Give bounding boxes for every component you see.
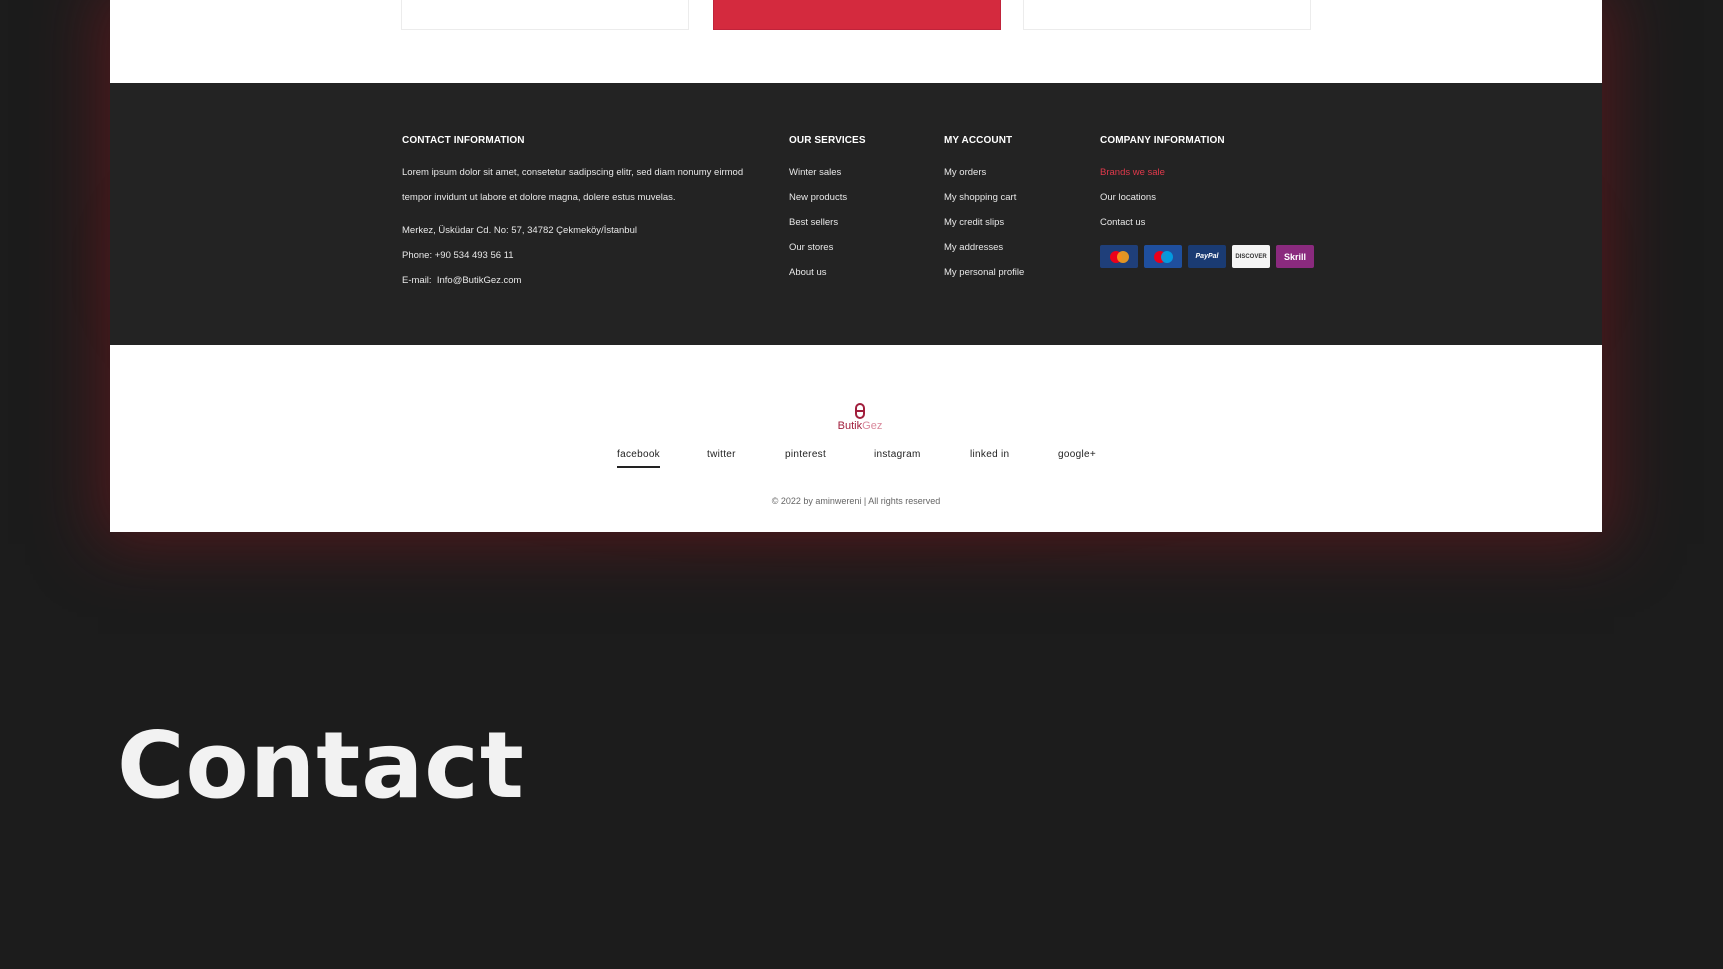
mastercard-icon	[1100, 245, 1138, 268]
social-link-instagram[interactable]: instagram	[874, 449, 921, 460]
email-link[interactable]: Info@ButikGez.com	[437, 275, 522, 286]
account-link-credit-slips[interactable]: My credit slips	[944, 210, 1024, 235]
company-link-contact[interactable]: Contact us	[1100, 210, 1314, 235]
payment-methods: PayPal DISCOVER Skrill	[1100, 245, 1314, 268]
contact-information-column: CONTACT INFORMATION Lorem ipsum dolor si…	[402, 135, 762, 293]
section-title: Contact	[117, 712, 525, 819]
services-column: OUR SERVICES Winter sales New products B…	[789, 135, 866, 285]
company-link-brands[interactable]: Brands we sale	[1100, 160, 1314, 185]
skrill-icon: Skrill	[1276, 245, 1314, 268]
social-link-pinterest[interactable]: pinterest	[785, 449, 826, 460]
services-link-about-us[interactable]: About us	[789, 260, 866, 285]
company-link-locations[interactable]: Our locations	[1100, 185, 1314, 210]
company-column: COMPANY INFORMATION Brands we sale Our l…	[1100, 135, 1314, 268]
social-link-linkedin[interactable]: linked in	[970, 449, 1009, 460]
content-strip	[110, 0, 1602, 83]
services-link-new-products[interactable]: New products	[789, 185, 866, 210]
account-link-orders[interactable]: My orders	[944, 160, 1024, 185]
account-column: MY ACCOUNT My orders My shopping cart My…	[944, 135, 1024, 285]
account-link-cart[interactable]: My shopping cart	[944, 185, 1024, 210]
contact-address: Merkez, Üsküdar Cd. No: 57, 34782 Çekmek…	[402, 225, 637, 236]
footer-main: CONTACT INFORMATION Lorem ipsum dolor si…	[110, 83, 1602, 345]
contact-heading: CONTACT INFORMATION	[402, 135, 525, 146]
services-link-winter-sales[interactable]: Winter sales	[789, 160, 866, 185]
discover-icon: DISCOVER	[1232, 245, 1270, 268]
company-heading: COMPANY INFORMATION	[1100, 135, 1225, 146]
contact-text-line: tempor invidunt ut labore et dolore magn…	[402, 192, 676, 203]
copyright-text: © 2022 by aminwereni | All rights reserv…	[771, 496, 941, 506]
services-link-best-sellers[interactable]: Best sellers	[789, 210, 866, 235]
butikgez-logo[interactable]: ButikGez	[830, 403, 890, 432]
product-card[interactable]	[401, 0, 689, 30]
services-heading: OUR SERVICES	[789, 135, 866, 146]
contact-email-row: E-mail: Info@ButikGez.com	[402, 268, 762, 293]
social-link-facebook[interactable]: facebook	[617, 449, 660, 468]
account-link-addresses[interactable]: My addresses	[944, 235, 1024, 260]
services-link-our-stores[interactable]: Our stores	[789, 235, 866, 260]
social-link-googleplus[interactable]: google+	[1058, 449, 1096, 460]
maestro-icon	[1144, 245, 1182, 268]
paypal-icon: PayPal	[1188, 245, 1226, 268]
product-card[interactable]	[1023, 0, 1311, 30]
email-label: E-mail:	[402, 275, 432, 286]
product-card-highlighted[interactable]	[713, 0, 1001, 30]
account-link-profile[interactable]: My personal profile	[944, 260, 1024, 285]
social-link-twitter[interactable]: twitter	[707, 449, 736, 460]
account-heading: MY ACCOUNT	[944, 135, 1013, 146]
footer-bottom: ButikGez facebook twitter pinterest inst…	[110, 345, 1602, 532]
website-preview: CONTACT INFORMATION Lorem ipsum dolor si…	[110, 0, 1602, 532]
logo-icon	[855, 403, 865, 419]
logo-text: ButikGez	[837, 420, 883, 432]
contact-phone: Phone: +90 534 493 56 11	[402, 250, 514, 261]
contact-text-line: Lorem ipsum dolor sit amet, consetetur s…	[402, 167, 744, 178]
